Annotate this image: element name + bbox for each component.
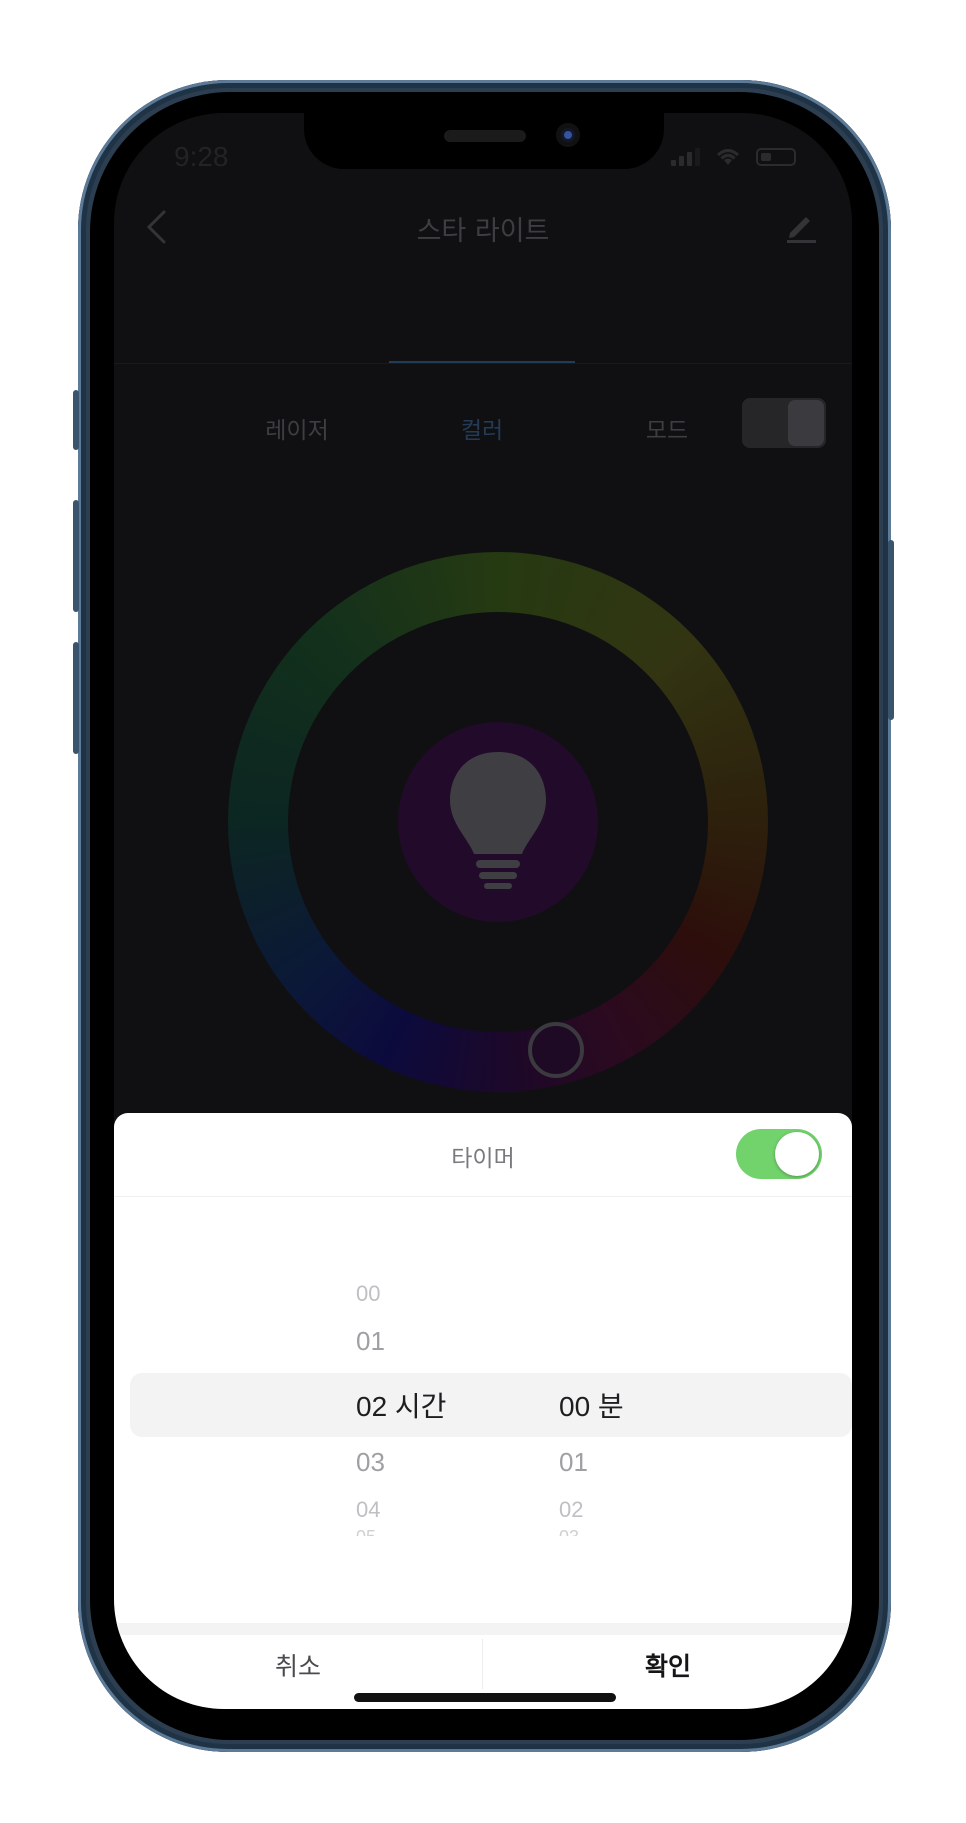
front-camera <box>556 123 580 147</box>
tab-mode[interactable]: 모드 <box>574 411 760 445</box>
color-wheel-area <box>228 552 768 1092</box>
edit-button[interactable] <box>784 209 818 243</box>
phone-screen: 9:28 스타 라이트 레이저 컬러 모드 타이머 00 01 02 시간 03… <box>114 113 852 1709</box>
tab-bar: 레이저 컬러 모드 <box>114 281 852 444</box>
home-indicator[interactable] <box>354 1693 616 1702</box>
timer-sheet: 타이머 00 01 02 시간 03 04 05 00 분 01 02 03 취… <box>114 1113 852 1709</box>
selected-color-preview <box>398 722 598 922</box>
hour-option[interactable]: 04 <box>356 1497 380 1523</box>
pencil-icon <box>787 217 816 243</box>
power-switch-knob <box>788 400 824 446</box>
device-volume-down <box>73 642 79 754</box>
tab-laser[interactable]: 레이저 <box>204 411 390 445</box>
timer-toggle-knob <box>775 1132 819 1176</box>
earpiece-speaker <box>444 130 526 142</box>
device-silent-switch <box>73 390 79 450</box>
minute-selected[interactable]: 00 분 <box>559 1385 624 1425</box>
wifi-icon <box>716 149 740 165</box>
hour-option[interactable]: 05 <box>356 1527 376 1536</box>
status-icons <box>671 145 796 169</box>
hour-option[interactable]: 03 <box>356 1447 385 1478</box>
status-time: 9:28 <box>174 141 229 172</box>
tabs-divider <box>114 363 852 364</box>
page-title: 스타 라이트 <box>416 216 550 247</box>
confirm-button[interactable]: 확인 <box>484 1647 852 1683</box>
hour-option[interactable]: 00 <box>356 1281 380 1307</box>
tab-color[interactable]: 컬러 <box>389 411 575 445</box>
light-bulb-icon <box>450 752 546 889</box>
minute-option[interactable]: 02 <box>559 1497 583 1523</box>
hour-option[interactable]: 01 <box>356 1326 385 1357</box>
device-power-button <box>888 540 894 720</box>
minute-option[interactable]: 01 <box>559 1447 588 1478</box>
timer-toggle[interactable] <box>736 1129 822 1179</box>
device-volume-up <box>73 500 79 612</box>
hour-selected[interactable]: 02 시간 <box>356 1385 446 1425</box>
battery-icon <box>756 148 796 166</box>
cellular-signal-icon <box>671 148 700 166</box>
cancel-button[interactable]: 취소 <box>114 1647 482 1683</box>
minute-option[interactable]: 03 <box>559 1527 579 1536</box>
notch <box>304 113 664 169</box>
picker-selection-band <box>130 1373 852 1437</box>
color-picker-handle[interactable] <box>528 1022 584 1078</box>
power-switch[interactable] <box>742 398 826 448</box>
sheet-header-divider <box>114 1196 852 1197</box>
footer-button-divider <box>482 1639 483 1689</box>
footer-separator-band <box>114 1623 852 1635</box>
